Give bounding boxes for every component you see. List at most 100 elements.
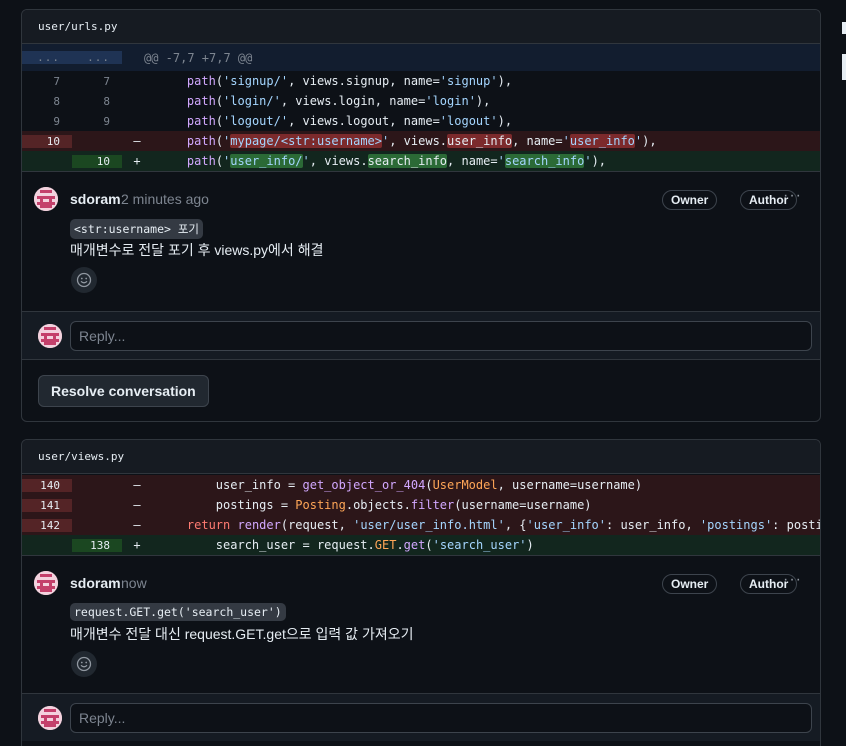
smiley-icon <box>76 656 92 672</box>
old-line-number[interactable]: 7 <box>22 75 72 88</box>
code-token: , { <box>504 518 527 532</box>
code-token: get_object_or_404 <box>302 478 426 492</box>
code-token: user_info <box>569 134 635 148</box>
code-token: ' <box>302 154 310 168</box>
diff-marker: + <box>133 154 141 168</box>
thread-footer: Resolve conversation <box>22 359 820 421</box>
more-options-icon[interactable]: ··· <box>783 571 802 589</box>
hunk-range: @@ -7,7 +7,7 @@ <box>144 50 253 65</box>
code-token: 'search_user' <box>432 538 527 552</box>
diff-line[interactable]: 138 + search_user = request.GET.get('sear… <box>22 535 820 555</box>
comment-author[interactable]: sdoram <box>70 191 121 207</box>
new-line-number[interactable]: 138 <box>72 538 122 552</box>
new-line-number[interactable]: 9 <box>72 115 122 128</box>
code-token: 'logout/' <box>223 114 289 128</box>
hunk-header[interactable]: ... ... @@ -7,7 +7,7 @@ <box>22 44 820 71</box>
reply-input[interactable]: Reply... <box>70 321 812 351</box>
code-token: user_info/ <box>230 154 303 168</box>
code-token: ), <box>475 94 491 108</box>
diff-line[interactable]: 140 – user_info = get_object_or_404(UserM… <box>22 475 820 495</box>
comment-author[interactable]: sdoram <box>70 575 121 591</box>
identicon-icon <box>38 324 62 348</box>
diff-table: ... ... @@ -7,7 +7,7 @@ 77 path('signup/… <box>22 44 820 171</box>
old-line-number[interactable]: 141 <box>22 498 72 512</box>
code-content: search_user = request.GET.get('search_us… <box>144 538 534 552</box>
old-line-number[interactable]: 10 <box>22 134 72 148</box>
code-token: get <box>403 538 426 552</box>
reply-input[interactable]: Reply... <box>70 703 812 733</box>
add-reaction-button[interactable] <box>71 651 97 677</box>
reply-avatar <box>38 324 62 348</box>
code-token: path <box>186 154 216 168</box>
diff-line[interactable]: 77 path('signup/', views.signup, name='s… <box>22 71 820 91</box>
code-content: path('login/', views.login, name='login'… <box>144 94 490 108</box>
diff-line[interactable]: 10 + path('user_info/', views.search_info… <box>22 151 820 171</box>
review-thread-urls: user/urls.py ... ... @@ -7,7 +7,7 @@ 77 … <box>21 9 821 422</box>
new-line-number[interactable]: 7 <box>72 75 122 88</box>
code-token: ' <box>584 154 592 168</box>
hunk-expand-left[interactable]: ... <box>22 51 72 64</box>
diff-line[interactable]: 141 – postings = Posting.objects.filter(u… <box>22 495 820 515</box>
code-content: path('user_info/', views.search_info, na… <box>144 154 606 168</box>
comment-timestamp[interactable]: now <box>121 575 147 591</box>
code-token: search_user = request. <box>158 538 375 552</box>
diff-line[interactable]: 10– path('mypage/<str:username>', views.… <box>22 131 820 151</box>
code-token: ( <box>215 134 224 148</box>
edge-fragment <box>842 54 846 80</box>
inline-code: request.GET.get('search_user') <box>70 603 286 621</box>
file-header: user/urls.py <box>22 10 820 44</box>
diff-line[interactable]: 142 – return render(request, 'user/user_i… <box>22 515 820 535</box>
code-token: (request, <box>280 518 354 532</box>
comment-body: 매개변수 전달 대신 request.GET.get으로 입력 값 가져오기 <box>70 626 414 642</box>
code-token: , views.login, name= <box>280 94 426 108</box>
comment-timestamp[interactable]: 2 minutes ago <box>121 191 209 207</box>
code-token: ( <box>215 94 224 108</box>
new-line-number[interactable]: 10 <box>72 154 122 168</box>
code-token: ( <box>215 74 224 88</box>
add-reaction-button[interactable] <box>71 267 97 293</box>
avatar[interactable] <box>34 187 58 211</box>
diff-line[interactable]: 99 path('logout/', views.logout, name='l… <box>22 111 820 131</box>
code-token: ), <box>497 74 513 88</box>
file-path[interactable]: user/urls.py <box>38 20 117 33</box>
diff-line[interactable]: 88 path('login/', views.login, name='log… <box>22 91 820 111</box>
owner-badge: Owner <box>662 190 718 210</box>
code-token: path <box>186 74 216 88</box>
code-token: UserModel <box>432 478 498 492</box>
code-token: 'user_info' <box>526 518 606 532</box>
diff-marker: – <box>133 478 141 492</box>
new-line-number[interactable]: 8 <box>72 95 122 108</box>
code-token: postings = <box>158 498 296 512</box>
code-token: ), <box>642 134 657 148</box>
old-line-number[interactable]: 142 <box>22 518 72 532</box>
more-options-icon[interactable]: ··· <box>783 187 802 205</box>
file-path[interactable]: user/views.py <box>38 450 124 463</box>
old-line-number[interactable]: 9 <box>22 115 72 128</box>
old-line-number[interactable]: 8 <box>22 95 72 108</box>
diff-table: 140– user_info = get_object_or_404(UserM… <box>22 474 820 555</box>
code-token: 'user/user_info.html' <box>353 518 505 532</box>
inline-code: <str:username> 포기 <box>70 219 204 239</box>
avatar[interactable] <box>34 571 58 595</box>
old-line-number[interactable]: 140 <box>22 478 72 492</box>
code-token: render <box>237 518 281 532</box>
review-thread-views: user/views.py 140 – user_info = get_objec… <box>21 439 821 746</box>
identicon-icon <box>34 187 58 211</box>
smiley-icon <box>76 272 92 288</box>
file-header: user/views.py <box>22 440 820 474</box>
edge-fragment <box>842 22 846 34</box>
code-token: mypage/<str:username> <box>230 134 382 148</box>
hunk-expand-right[interactable]: ... <box>72 51 122 64</box>
code-token: ( <box>215 114 224 128</box>
code-token: ' <box>497 154 505 168</box>
code-token: 'postings' <box>699 518 773 532</box>
diff-lines: 140– user_info = get_object_or_404(UserM… <box>22 475 820 555</box>
owner-badge: Owner <box>662 574 718 594</box>
code-token: , name= <box>447 154 498 168</box>
resolve-conversation-button[interactable]: Resolve conversation <box>38 375 209 407</box>
comment: sdoram now Owner Author ··· request.GET.… <box>22 555 820 693</box>
